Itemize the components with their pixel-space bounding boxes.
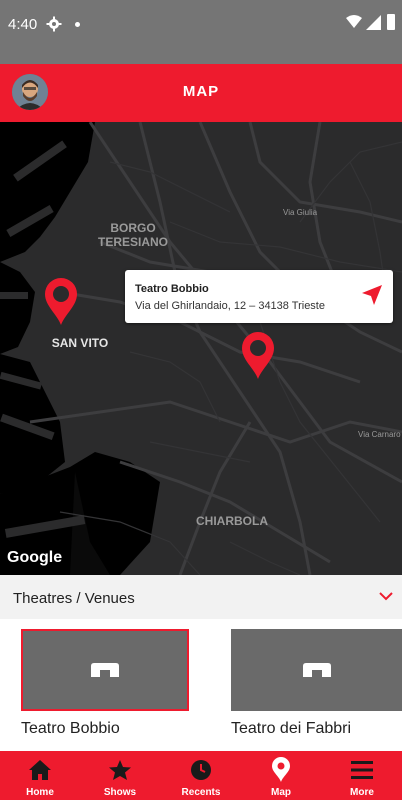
map-label-chiarbola: CHIARBOLA	[196, 514, 268, 528]
status-time: 4:40	[8, 16, 38, 33]
venue-carousel[interactable]: Teatro Bobbio Teatro dei Fabbri	[0, 619, 402, 751]
info-window-title: Teatro Bobbio	[135, 283, 209, 295]
venues-section-header[interactable]: Theatres / Venues	[0, 575, 402, 619]
page-title: MAP	[182, 83, 220, 100]
home-icon	[29, 760, 51, 780]
tab-more[interactable]: More	[322, 751, 402, 800]
info-window-address: Via del Ghirlandaio, 12 – 34138 Trieste	[135, 300, 325, 312]
venue-card-teatro-bobbio[interactable]: Teatro Bobbio	[21, 619, 189, 738]
clock-icon	[191, 760, 211, 780]
venue-thumbnail	[231, 629, 402, 711]
menu-icon	[351, 761, 373, 779]
map-pin-icon-san-vito[interactable]	[42, 276, 80, 326]
tab-label: Shows	[103, 787, 137, 798]
bottom-tab-bar: Home Shows Recents Map More	[0, 751, 402, 800]
wifi-icon	[346, 15, 362, 28]
signal-icon	[366, 15, 381, 30]
tab-map[interactable]: Map	[241, 751, 321, 800]
settings-icon	[46, 16, 62, 32]
navigate-icon[interactable]	[361, 284, 383, 306]
google-attribution: Google	[7, 549, 63, 566]
venue-name: Teatro dei Fabbri	[231, 720, 352, 737]
star-icon	[109, 760, 131, 780]
tab-label: More	[350, 787, 374, 798]
tab-recents[interactable]: Recents	[161, 751, 241, 800]
tab-label: Map	[271, 787, 291, 798]
map-label-via-giulia: Via Giulia	[283, 208, 318, 217]
map-pin-icon-teatro-bobbio[interactable]	[239, 330, 277, 380]
notification-dot-icon	[75, 22, 80, 27]
battery-icon	[387, 14, 395, 30]
chevron-down-icon[interactable]	[378, 590, 394, 602]
map-view[interactable]: BORGO TERESIANO SAN VITO CHIARBOLA Via G…	[0, 122, 402, 575]
section-label: Theatres / Venues	[13, 590, 135, 607]
status-bar: 4:40	[0, 0, 402, 64]
tab-shows[interactable]: Shows	[80, 751, 160, 800]
map-pin-icon	[272, 757, 290, 782]
venue-card-teatro-dei-fabbri[interactable]: Teatro dei Fabbri	[231, 619, 402, 738]
app-bar: MAP	[0, 64, 402, 122]
map-label-san-vito: SAN VITO	[51, 336, 109, 350]
theatre-placeholder-icon	[302, 663, 331, 677]
map-label-via-carnaro: Via Carnaro	[358, 430, 401, 439]
venue-name: Teatro Bobbio	[21, 720, 120, 737]
venue-thumbnail	[21, 629, 189, 711]
tab-label: Recents	[181, 787, 221, 798]
tab-home[interactable]: Home	[0, 751, 80, 800]
tab-label: Home	[26, 787, 54, 798]
theatre-placeholder-icon	[91, 663, 119, 677]
map-info-window[interactable]: Teatro Bobbio Via del Ghirlandaio, 12 – …	[125, 270, 393, 323]
map-label-borgo-teresiano: BORGO TERESIANO	[97, 221, 168, 249]
